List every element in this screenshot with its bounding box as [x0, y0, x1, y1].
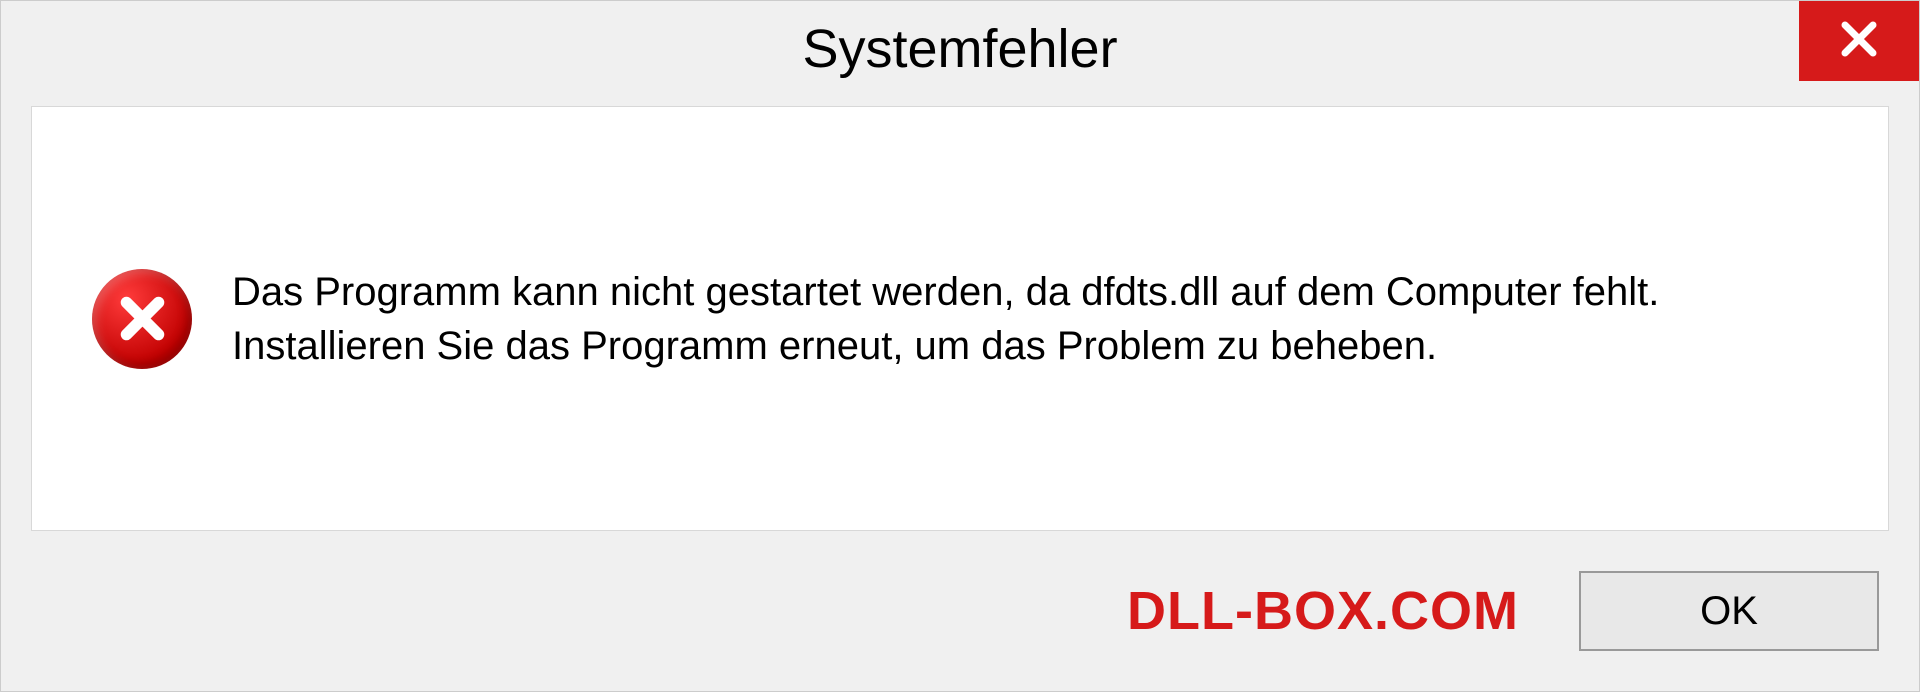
ok-button[interactable]: OK: [1579, 571, 1879, 651]
close-button[interactable]: [1799, 1, 1919, 81]
watermark-text: DLL-BOX.COM: [1127, 580, 1519, 642]
titlebar: Systemfehler: [1, 1, 1919, 96]
close-icon: [1838, 18, 1880, 65]
dialog-footer: DLL-BOX.COM OK: [1, 551, 1919, 691]
ok-button-label: OK: [1700, 589, 1758, 634]
content-panel: Das Programm kann nicht gestartet werden…: [31, 106, 1889, 531]
dialog-title: Systemfehler: [802, 18, 1117, 80]
error-dialog: Systemfehler Das Programm kann nicht ges…: [0, 0, 1920, 692]
error-icon: [92, 269, 192, 369]
error-message: Das Programm kann nicht gestartet werden…: [232, 265, 1828, 373]
